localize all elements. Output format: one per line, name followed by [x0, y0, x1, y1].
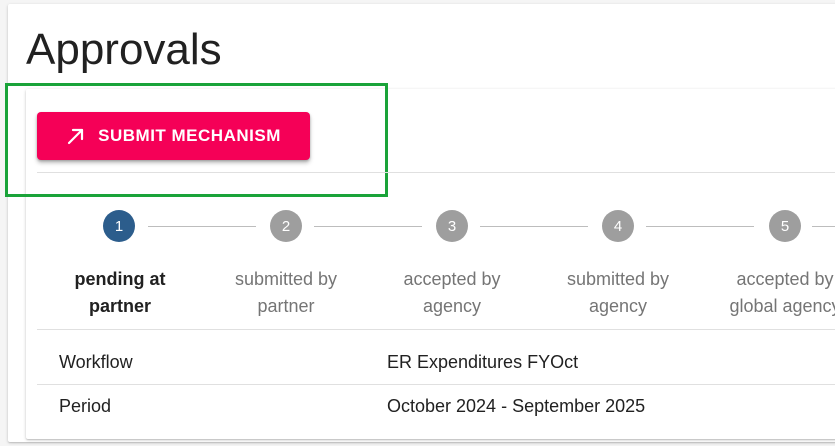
arrow-up-right-icon	[66, 126, 86, 146]
step-4-label-line1: submitted by	[566, 269, 670, 289]
step-5-label-line1: accepted by	[736, 269, 834, 289]
step-1-label-line1: pending at	[74, 269, 166, 289]
step-1-circle: 1	[103, 210, 135, 242]
step-connector	[812, 226, 835, 227]
step-1-label-line2: partner	[88, 296, 151, 316]
workflow-key: Workflow	[59, 352, 133, 372]
step-2-label: submitted by partner	[201, 266, 371, 320]
step-connector	[480, 226, 588, 227]
step-5-circle: 5	[769, 210, 801, 242]
step-2-circle: 2	[270, 210, 302, 242]
page-title: Approvals	[26, 25, 222, 74]
step-connector	[314, 226, 422, 227]
divider	[37, 329, 835, 330]
workflow-value: ER Expenditures FYOct	[387, 352, 579, 372]
step-3-label-line1: accepted by	[403, 269, 501, 289]
step-1-label: pending at partner	[35, 266, 205, 320]
step-5-label: accepted by global agency	[700, 266, 835, 320]
step-connector	[646, 226, 754, 227]
step-2-label-line2: partner	[257, 296, 315, 316]
step-3-label: accepted by agency	[367, 266, 537, 320]
step-4-label: submitted by agency	[533, 266, 703, 320]
step-connector	[148, 226, 256, 227]
step-5-label-line2: global agency	[729, 296, 835, 316]
step-4-label-line2: agency	[588, 296, 648, 316]
divider	[37, 384, 835, 385]
period-key: Period	[59, 396, 112, 416]
step-4-circle: 4	[602, 210, 634, 242]
step-2-label-line1: submitted by	[234, 269, 338, 289]
submit-mechanism-label: SUBMIT MECHANISM	[98, 126, 281, 145]
step-3-circle: 3	[436, 210, 468, 242]
period-value: October 2024 - September 2025	[387, 396, 646, 416]
divider	[37, 172, 835, 173]
step-3-label-line2: agency	[422, 296, 482, 316]
submit-mechanism-button[interactable]: SUBMIT MECHANISM	[37, 112, 310, 160]
